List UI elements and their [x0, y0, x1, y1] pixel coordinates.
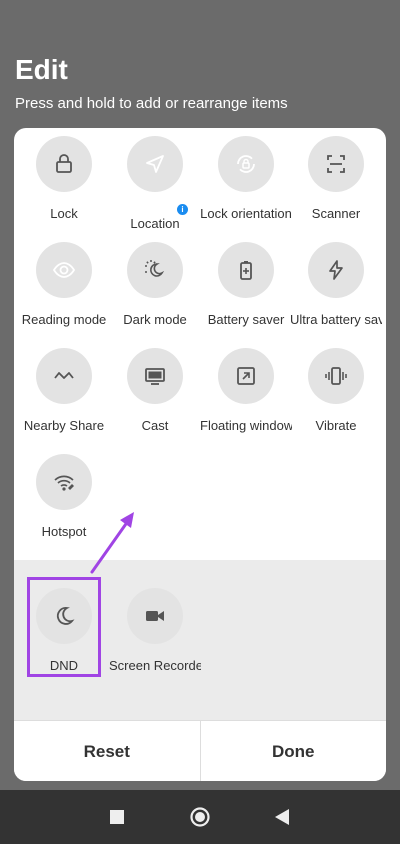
tile-label: Scanner: [311, 206, 361, 221]
info-icon: i: [177, 204, 188, 215]
tile-vibrate[interactable]: Vibrate: [290, 348, 382, 448]
done-button[interactable]: Done: [201, 721, 387, 781]
available-tiles-tray: DND Screen Recorder: [14, 560, 386, 720]
eye-icon: [36, 242, 92, 298]
page-subtitle: Press and hold to add or rearrange items: [15, 95, 288, 112]
tile-ultra-battery-saver[interactable]: Ultra battery saver: [290, 242, 382, 342]
rotation-lock-icon: [218, 136, 274, 192]
tile-label: Lock orientation: [200, 206, 292, 221]
tile-lock-orientation[interactable]: Lock orientation: [200, 136, 292, 236]
tile-label: Battery saver: [207, 312, 285, 327]
page-title: Edit: [15, 54, 68, 85]
tile-nearby-share[interactable]: Nearby Share: [18, 348, 110, 448]
hotspot-icon: [36, 454, 92, 510]
tile-hotspot[interactable]: Hotspot: [18, 454, 110, 554]
cast-monitor-icon: [127, 348, 183, 404]
tile-label: Lock: [50, 206, 78, 221]
nearby-share-icon: [36, 348, 92, 404]
tile-label: Floating window: [200, 418, 292, 433]
tile-cast[interactable]: Cast: [109, 348, 201, 448]
moon-icon: [36, 588, 92, 644]
video-camera-icon: [127, 588, 183, 644]
recents-square-icon[interactable]: [105, 805, 129, 829]
tile-label: DND: [49, 658, 79, 673]
tile-label: Location: [130, 216, 180, 231]
tile-scanner[interactable]: Scanner: [290, 136, 382, 236]
tile-label: Vibrate: [315, 418, 357, 433]
back-triangle-icon[interactable]: [270, 805, 294, 829]
reset-button[interactable]: Reset: [14, 721, 200, 781]
footer-actions: Reset Done: [14, 720, 386, 781]
dark-mode-icon: [127, 242, 183, 298]
tile-label: Dark mode: [123, 312, 187, 327]
location-arrow-icon: [127, 136, 183, 192]
tile-dark-mode[interactable]: Dark mode: [109, 242, 201, 342]
tile-reading-mode[interactable]: Reading mode: [18, 242, 110, 342]
scanner-icon: [308, 136, 364, 192]
tile-label: Screen Recorder: [109, 658, 201, 673]
tile-dnd[interactable]: DND: [18, 588, 110, 688]
system-navigation-bar: [0, 790, 400, 844]
tile-lock[interactable]: Lock: [18, 136, 110, 236]
tile-label: Hotspot: [41, 524, 87, 539]
tile-location[interactable]: Location: [109, 136, 201, 236]
tile-label: Reading mode: [21, 312, 107, 327]
lightning-icon: [308, 242, 364, 298]
tile-floating-window[interactable]: Floating window: [200, 348, 292, 448]
battery-plus-icon: [218, 242, 274, 298]
tile-label: Ultra battery saver: [290, 312, 382, 327]
quick-settings-edit-panel: Lock Location i Lock orientation Scanner…: [14, 128, 386, 781]
vibrate-icon: [308, 348, 364, 404]
tile-label: Cast: [141, 418, 169, 433]
floating-window-icon: [218, 348, 274, 404]
tile-label: Nearby Share: [23, 418, 105, 433]
tile-screen-recorder[interactable]: Screen Recorder: [109, 588, 201, 688]
tile-battery-saver[interactable]: Battery saver: [200, 242, 292, 342]
lock-icon: [36, 136, 92, 192]
home-circle-icon[interactable]: [188, 805, 212, 829]
